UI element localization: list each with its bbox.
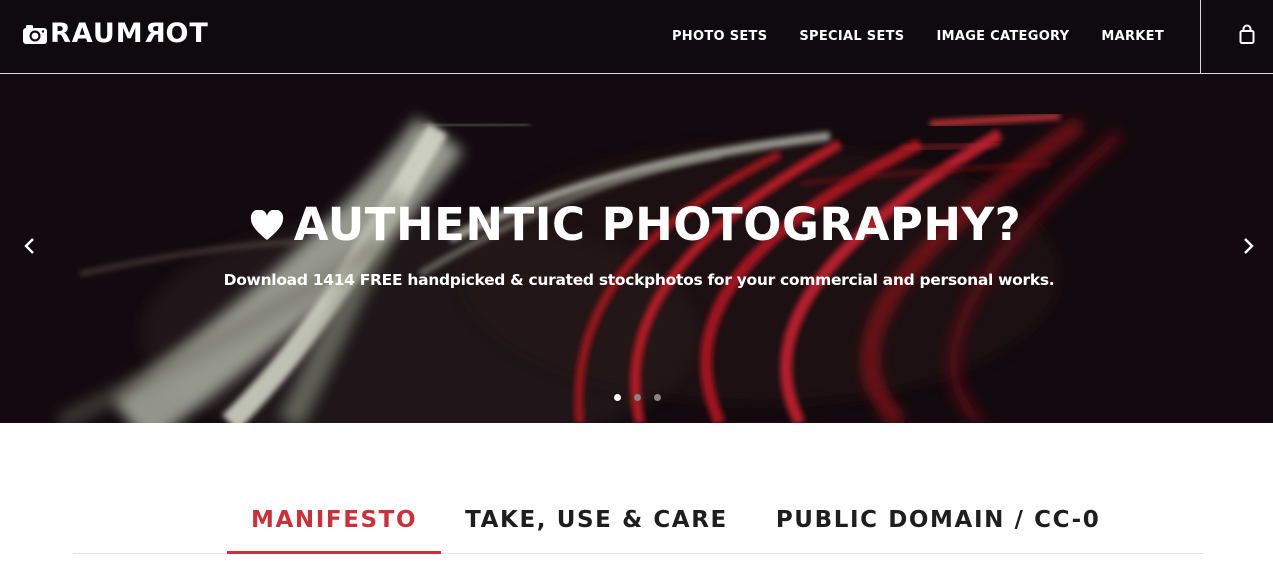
heart-icon	[250, 210, 283, 240]
tab-manifesto[interactable]: MANIFESTO	[227, 495, 442, 554]
tab-public-domain[interactable]: PUBLIC DOMAIN / CC-0	[752, 495, 1125, 553]
hero-slider: AUTHENTIC PHOTOGRAPHY? Download 1414 FRE…	[0, 74, 1273, 423]
content-tabs: MANIFESTO TAKE, USE & CARE PUBLIC DOMAIN…	[73, 495, 1203, 554]
nav-item-photo-sets[interactable]: PHOTO SETS	[672, 29, 767, 44]
hero-title: AUTHENTIC PHOTOGRAPHY?	[0, 197, 1273, 253]
site-header: RAUMROT PHOTO SETS SPECIAL SETS IMAGE CA…	[0, 0, 1273, 74]
nav-item-image-category[interactable]: IMAGE CATEGORY	[936, 29, 1069, 44]
brand-name: RAUMROT	[50, 18, 209, 49]
tab-list: MANIFESTO TAKE, USE & CARE PUBLIC DOMAIN…	[227, 495, 1124, 554]
slider-dot-2[interactable]	[634, 394, 641, 401]
hero-subtitle: Download 1414 FREE handpicked & curated …	[223, 271, 1055, 289]
slider-dot-3[interactable]	[654, 394, 661, 401]
site-logo[interactable]: RAUMROT	[22, 18, 209, 49]
slider-pagination	[614, 394, 674, 401]
main-nav: PHOTO SETS SPECIAL SETS IMAGE CATEGORY M…	[672, 0, 1164, 73]
hero-title-text: AUTHENTIC PHOTOGRAPHY?	[293, 198, 1022, 251]
slider-dot-1[interactable]	[614, 394, 621, 401]
camera-icon	[23, 25, 47, 44]
shopping-bag-icon[interactable]	[1237, 24, 1257, 46]
tab-take-use-care[interactable]: TAKE, USE & CARE	[441, 495, 752, 553]
nav-item-market[interactable]: MARKET	[1101, 29, 1164, 44]
nav-item-special-sets[interactable]: SPECIAL SETS	[799, 29, 904, 44]
nav-divider	[1200, 0, 1201, 73]
